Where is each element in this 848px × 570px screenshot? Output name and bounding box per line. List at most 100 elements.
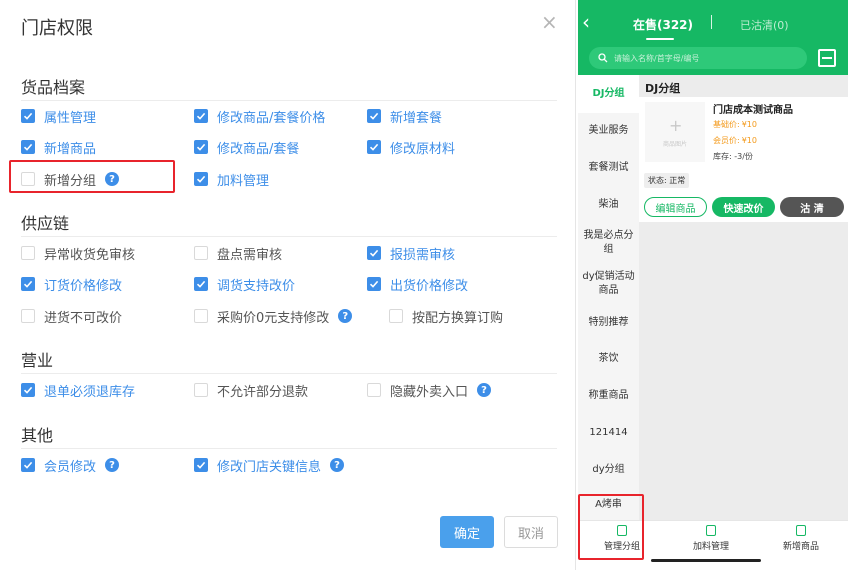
base-price-row: 基础价: ¥10 [713,119,757,130]
checkbox-checked[interactable] [194,277,208,291]
perm-recipe-conversion-order[interactable]: 按配方换算订购 [389,307,503,326]
home-indicator [651,559,761,562]
perm-edit-store-key-info[interactable]: 修改门店关键信息? [194,456,345,475]
permission-label: 属性管理 [44,110,97,126]
image-placeholder-label: 商品图片 [662,141,687,148]
checkbox-checked[interactable] [367,246,381,260]
sidebar-category-item[interactable]: 121414 [578,415,639,451]
member-price-value: ¥10 [741,136,757,145]
permission-label: 出货价格修改 [390,278,469,294]
perm-transfer-price-edit[interactable]: 调货支持改价 [194,275,296,294]
checkbox-unchecked[interactable] [194,309,208,323]
product-name: 门店成本测试商品 [713,105,793,116]
checkbox-unchecked[interactable] [194,246,208,260]
category-sidebar: DJ分组美业服务套餐测试柴油我是必点分组 dy促销活动商品 特别推荐茶饮称重商品 12… [578,75,639,520]
checkbox-checked[interactable] [194,109,208,123]
perm-no-partial-refund[interactable]: 不允许部分退款 [194,381,309,400]
category-label: 称重商品 [588,390,629,401]
perm-member-edit[interactable]: 会员修改? [21,456,120,475]
checkbox-checked[interactable] [367,109,381,123]
checkbox-checked[interactable] [21,140,35,154]
sidebar-category-item[interactable]: 茶饮 [578,341,639,377]
plus-icon: + [669,116,683,135]
edit-goods-button[interactable]: 编辑商品 [644,197,707,217]
checkbox-checked[interactable] [194,172,208,186]
sidebar-category-item[interactable]: 称重商品 [578,377,639,415]
perm-loss-report-review[interactable]: 报损需审核 [367,244,455,263]
perm-add-package[interactable]: 新增套餐 [367,107,442,126]
confirm-button[interactable]: 确定 [440,516,494,548]
checkbox-unchecked[interactable] [194,383,208,397]
search-placeholder: 请输入名称/首字母/编号 [614,53,700,63]
perm-hide-takeaway-entry[interactable]: 隐藏外卖入口? [367,381,492,400]
perm-purchase-price-locked[interactable]: 进货不可改价 [21,307,122,326]
checkbox-checked[interactable] [21,383,35,397]
quick-price-button[interactable]: 快速改价 [712,197,775,217]
perm-edit-goods-package-price[interactable]: 修改商品/套餐价格 [194,107,325,126]
perm-zero-purchase-price-edit[interactable]: 采购价0元支持修改? [194,307,353,326]
checkbox-checked[interactable] [194,458,208,472]
category-label: 美业服务 [588,125,629,136]
sidebar-category-item[interactable]: dy促销活动商品 [578,263,639,305]
perm-order-price-edit[interactable]: 订货价格修改 [21,275,122,294]
help-question-icon[interactable]: ? [105,458,120,472]
tab-on-sale[interactable]: 在售(322) [633,16,693,33]
perm-edit-goods-package[interactable]: 修改商品/套餐 [194,138,300,157]
checkbox-unchecked[interactable] [367,383,381,397]
help-question-icon[interactable]: ? [330,458,345,472]
search-input[interactable]: 请输入名称/首字母/编号 [589,47,807,69]
permission-label: 隐藏外卖入口 [390,384,469,400]
back-arrow-icon[interactable]: ‹ [582,12,590,32]
checkbox-unchecked[interactable] [21,246,35,260]
checkbox-checked[interactable] [367,277,381,291]
help-question-icon[interactable]: ? [338,309,353,323]
checkbox-unchecked[interactable] [389,309,403,323]
category-label: 茶饮 [598,353,619,364]
tab-sold-out[interactable]: 已沽清(0) [740,17,789,33]
sold-out-button[interactable]: 沽 清 [780,197,844,217]
permission-label: 修改商品/套餐 [217,141,300,157]
close-icon[interactable]: × [541,12,558,32]
cancel-button[interactable]: 取消 [504,516,558,548]
tab-separator [711,15,712,29]
checkbox-checked[interactable] [21,277,35,291]
mobile-header: ‹ 在售(322) 已沽清(0) 请输入名称/首字母/编号 [578,0,848,75]
permission-label: 不允许部分退款 [217,384,309,400]
category-label: 我是必点分组 [583,230,634,255]
checkbox-unchecked[interactable] [21,309,35,323]
perm-stocktake-review[interactable]: 盘点需审核 [194,244,282,263]
perm-outbound-price-edit[interactable]: 出货价格修改 [367,275,469,294]
nav-add-goods[interactable]: 新增商品 [761,525,841,552]
perm-refund-return-stock[interactable]: 退单必须退库存 [21,381,135,400]
sidebar-category-item[interactable]: 美业服务 [578,113,639,149]
nav-label: 新增商品 [782,542,819,552]
perm-attribute-management[interactable]: 属性管理 [21,107,97,126]
checkbox-checked[interactable] [21,109,35,123]
product-image-placeholder: + 商品图片 [645,102,705,162]
member-price-row: 会员价: ¥10 [713,135,757,146]
help-question-icon[interactable]: ? [477,383,492,397]
perm-edit-raw-material[interactable]: 修改原材料 [367,138,455,157]
perm-abnormal-receipt-no-review[interactable]: 异常收货免审核 [21,244,135,263]
checkbox-checked[interactable] [194,140,208,154]
perm-addon-management[interactable]: 加料管理 [194,170,269,189]
permission-label: 调货支持改价 [217,278,296,294]
checkbox-checked[interactable] [21,458,35,472]
member-price-label: 会员价: [713,136,740,145]
sidebar-category-item[interactable]: 套餐测试 [578,149,639,187]
sidebar-category-item[interactable]: DJ分组 [578,75,639,113]
sidebar-category-item[interactable]: 特别推荐 [578,305,639,341]
nav-label: 加料管理 [692,542,729,552]
product-card[interactable]: + 商品图片 门店成本测试商品 基础价: ¥10 会员价: ¥10 库存: -3/份… [639,97,848,222]
sidebar-category-item[interactable]: 我是必点分组 [578,223,639,263]
sidebar-category-item[interactable]: dy分组 [578,451,639,489]
category-label: 柴油 [598,199,619,210]
sidebar-category-item[interactable]: 柴油 [578,187,639,223]
nav-addon-management[interactable]: 加料管理 [671,525,751,552]
perm-add-goods[interactable]: 新增商品 [21,138,96,157]
base-price-value: ¥10 [741,120,757,129]
goods-list: DJ分组 + 商品图片 门店成本测试商品 基础价: ¥10 会员价: ¥10 库存:… [639,75,848,520]
checkbox-checked[interactable] [367,140,381,154]
category-label: DJ分组 [592,88,625,99]
scan-icon[interactable] [818,49,836,67]
